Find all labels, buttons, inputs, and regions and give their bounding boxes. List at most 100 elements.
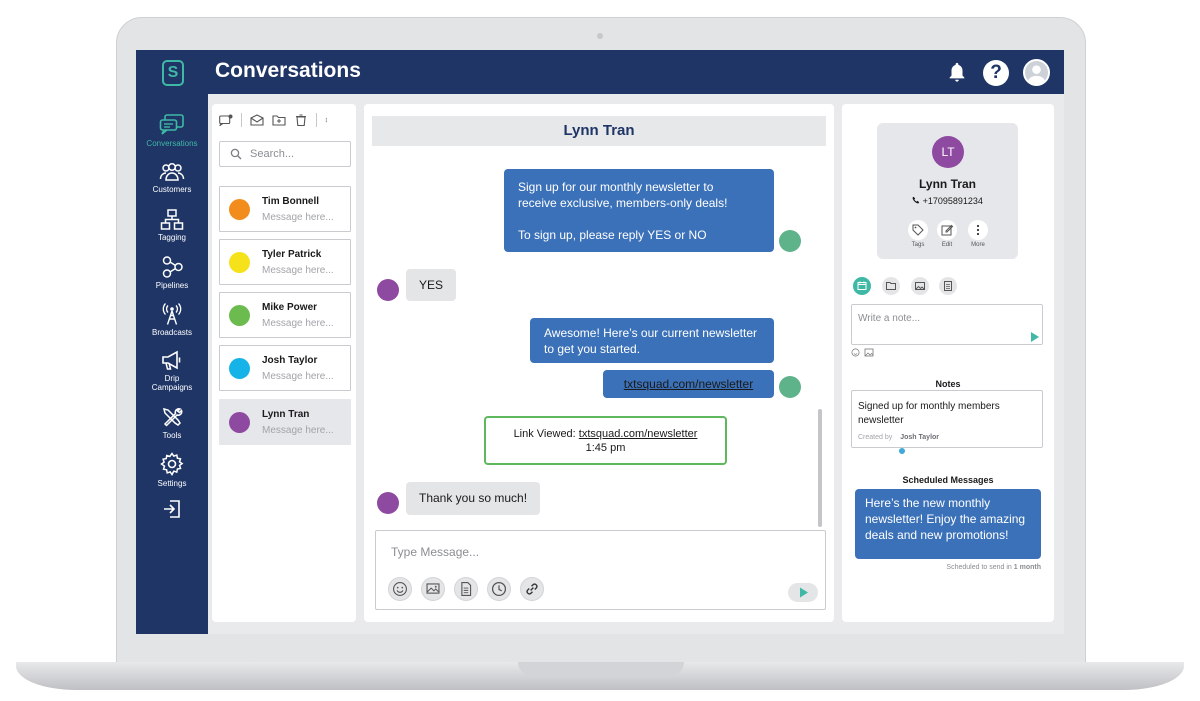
contact-name: Mike Power — [262, 302, 318, 313]
note-tab-calendar[interactable] — [853, 277, 871, 295]
tools-icon — [162, 407, 183, 427]
sender-avatar — [779, 230, 801, 252]
sidebar-item-label: Tagging — [157, 233, 187, 242]
sender-avatar — [779, 376, 801, 398]
note-box — [851, 304, 1043, 345]
message-text: Sign up for our monthly newsletter to — [518, 180, 714, 194]
action-label: Tags — [911, 242, 925, 248]
new-message-icon[interactable] — [219, 114, 233, 126]
sidebar-item-conversations[interactable]: Conversations — [136, 114, 208, 148]
edit-icon — [941, 224, 954, 236]
phone-number: +17095891234 — [922, 196, 983, 206]
notes-heading: Notes — [935, 379, 961, 389]
sidebar-item-settings[interactable]: Settings — [136, 452, 208, 488]
send-button[interactable] — [788, 583, 818, 602]
sidebar-item-customers[interactable]: Customers — [136, 162, 208, 194]
user-avatar-icon[interactable] — [1023, 59, 1050, 86]
search-icon — [230, 148, 242, 160]
gear-icon — [160, 452, 184, 476]
image-icon[interactable] — [864, 348, 874, 357]
tagging-icon — [160, 209, 184, 230]
emoji-button[interactable] — [388, 577, 412, 601]
outgoing-link-message[interactable]: txtsquad.com/newsletter — [603, 370, 774, 398]
scheduled-message[interactable]: Here’s the new monthly newsletter! Enjoy… — [855, 489, 1041, 559]
contact-avatar — [229, 358, 250, 379]
logout-button[interactable] — [136, 499, 208, 522]
message-link[interactable]: txtsquad.com/newsletter — [624, 377, 753, 391]
sidebar-item-tools[interactable]: Tools — [136, 406, 208, 440]
chat-scrollbar[interactable] — [818, 409, 822, 527]
message-text: receive exclusive, members-only deals! — [518, 196, 728, 210]
note-tab-document[interactable] — [939, 277, 957, 295]
link-viewed-url[interactable]: txtsquad.com/newsletter — [579, 428, 698, 440]
app-logo-icon[interactable]: S — [162, 60, 184, 86]
note-send-icon[interactable] — [1031, 332, 1039, 342]
contact-avatar — [229, 199, 250, 220]
help-icon[interactable]: ? — [983, 60, 1009, 86]
message-input[interactable] — [391, 543, 771, 561]
note-text: Signed up for monthly members newsletter — [858, 401, 1000, 426]
list-toolbar — [219, 112, 331, 128]
message-composer — [375, 530, 826, 610]
incoming-message: YES — [406, 269, 457, 301]
sidebar-item-label: Conversations — [146, 139, 198, 148]
sidebar-item-drip-campaigns[interactable]: Drip Campaigns — [136, 350, 208, 392]
message-preview: Message here... — [262, 371, 334, 382]
contact-name: Tim Bonnell — [262, 196, 320, 207]
message-preview: Message here... — [262, 425, 334, 436]
contact-avatar — [229, 412, 250, 433]
chat-icon — [159, 114, 184, 135]
action-label: Edit — [941, 242, 953, 248]
tags-button[interactable]: Tags — [908, 220, 928, 248]
image-icon — [915, 282, 925, 290]
folder-icon — [886, 282, 896, 290]
sidebar-item-tagging[interactable]: Tagging — [136, 209, 208, 242]
note-tab-folder[interactable] — [882, 277, 900, 295]
link-button[interactable] — [520, 577, 544, 601]
conversation-item-tyler-patrick[interactable]: Tyler Patrick Message here... — [219, 239, 351, 285]
sidebar-item-label: Pipelines — [155, 281, 189, 290]
more-button[interactable]: More — [968, 220, 988, 248]
bell-icon[interactable] — [946, 61, 968, 83]
chat-panel: Lynn Tran Sign up for our monthly newsle… — [364, 104, 834, 622]
sidebar-item-pipelines[interactable]: Pipelines — [136, 256, 208, 290]
note-tab-image[interactable] — [911, 277, 929, 295]
document-icon — [461, 582, 472, 596]
edit-button[interactable]: Edit — [937, 220, 957, 248]
laptop-notch — [518, 662, 684, 676]
note-author: Josh Taylor — [900, 434, 940, 441]
scheduled-prefix: Scheduled to send in — [946, 564, 1012, 571]
logout-icon — [164, 500, 180, 518]
outgoing-message: Awesome! Here’s our current newsletter t… — [530, 318, 774, 363]
mail-icon[interactable] — [250, 114, 264, 126]
note-card[interactable]: Signed up for monthly members newsletter… — [851, 390, 1043, 448]
trash-icon[interactable] — [294, 114, 308, 126]
calendar-icon — [857, 281, 867, 290]
emoji-icon[interactable] — [851, 348, 860, 357]
conversation-item-tim-bonnell[interactable]: Tim Bonnell Message here... — [219, 186, 351, 232]
toolbar-divider — [316, 113, 317, 127]
conversation-item-lynn-tran[interactable]: Lynn Tran Message here... — [219, 399, 351, 445]
contact-avatar — [229, 252, 250, 273]
sidebar-item-label: Settings — [157, 479, 187, 488]
more-vertical-icon[interactable] — [325, 114, 331, 126]
schedule-button[interactable] — [487, 577, 511, 601]
toolbar-divider — [241, 113, 242, 127]
conversation-item-mike-power[interactable]: Mike Power Message here... — [219, 292, 351, 338]
search-input[interactable] — [250, 146, 346, 162]
message-preview: Message here... — [262, 265, 334, 276]
link-viewed-label: Link Viewed: — [513, 428, 576, 440]
message-text: To sign up, please reply YES or NO — [518, 228, 707, 242]
note-input[interactable] — [858, 311, 1018, 325]
action-label: More — [971, 242, 985, 248]
conversation-item-josh-taylor[interactable]: Josh Taylor Message here... — [219, 345, 351, 391]
sidebar-item-broadcasts[interactable]: Broadcasts — [136, 303, 208, 337]
folder-icon[interactable] — [272, 114, 286, 126]
image-button[interactable] — [421, 577, 445, 601]
contact-name: Lynn Tran — [919, 177, 976, 191]
contact-details-panel: LT Lynn Tran +17095891234 Tags Edit More — [842, 104, 1054, 622]
contact-initials-avatar: LT — [932, 136, 964, 168]
emoji-icon — [393, 582, 407, 596]
document-button[interactable] — [454, 577, 478, 601]
contact-avatar — [229, 305, 250, 326]
